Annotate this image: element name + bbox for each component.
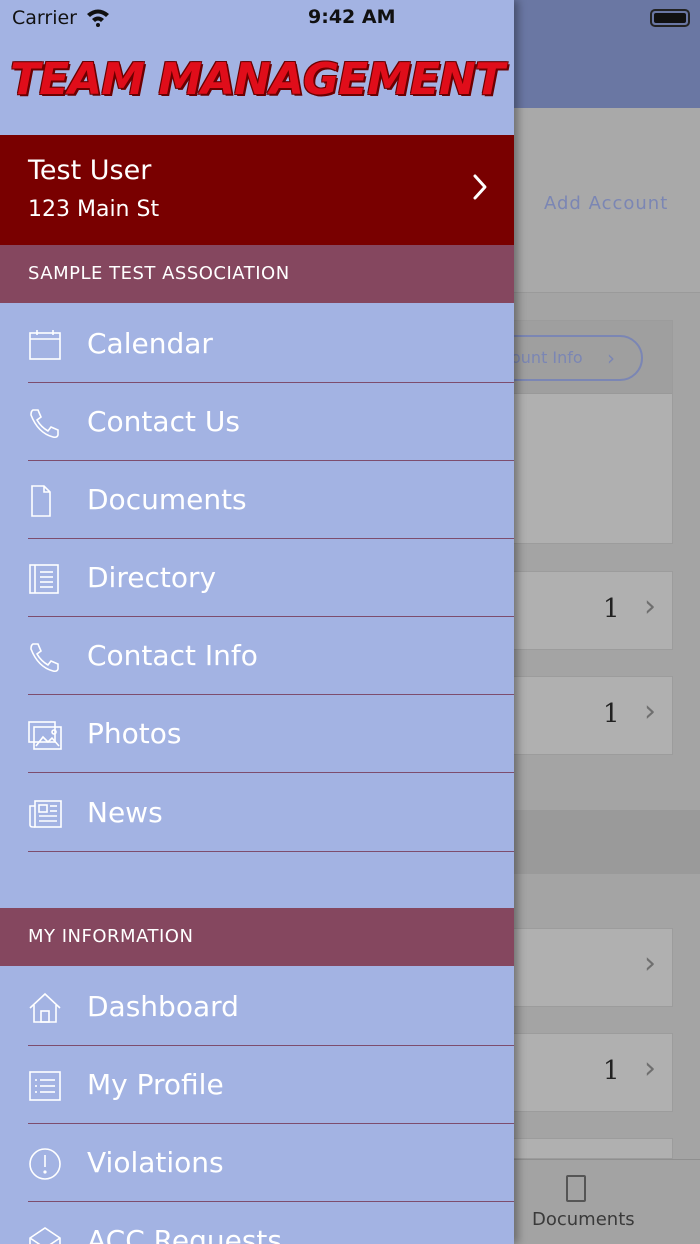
document-icon — [31, 485, 51, 517]
menu-item-my-profile[interactable]: My Profile — [0, 1046, 514, 1124]
home-icon — [29, 992, 61, 1023]
directory-icon — [29, 564, 59, 594]
phone-icon — [30, 643, 59, 673]
chevron-right-icon — [473, 174, 487, 200]
phone-icon — [30, 409, 59, 439]
chevron-right-icon: › — [644, 946, 656, 981]
count-row[interactable]: 1 › — [500, 571, 673, 650]
battery-icon — [650, 9, 690, 27]
count-row[interactable] — [500, 1138, 673, 1159]
calendar-icon — [29, 330, 61, 360]
divider — [28, 772, 514, 773]
menu-item-label: ACC Requests — [87, 1224, 282, 1244]
wifi-icon — [87, 9, 109, 27]
account-card-header: ount Info › — [461, 321, 672, 394]
menu-item-contact-info[interactable]: Contact Info — [0, 617, 514, 695]
menu-item-label: Photos — [87, 717, 182, 750]
photos-icon — [28, 721, 62, 750]
add-account-link[interactable]: Add Account — [544, 193, 668, 214]
user-name: Test User — [28, 155, 152, 186]
account-info-label: ount Info — [511, 348, 583, 367]
tab-documents[interactable]: Documents — [532, 1209, 635, 1230]
count-row[interactable]: › — [500, 928, 673, 1007]
carrier-label: Carrier — [12, 7, 77, 29]
menu-item-label: News — [87, 796, 163, 829]
news-icon — [29, 800, 62, 828]
document-icon[interactable] — [566, 1175, 586, 1202]
clock: 9:42 AM — [308, 6, 396, 28]
menu-item-label: Contact Us — [87, 405, 240, 438]
menu-item-label: Contact Info — [87, 639, 258, 672]
count-value: 1 — [603, 1056, 620, 1086]
side-drawer: Carrier 9:42 AM TEAM MANAGEMENT Test Use… — [0, 0, 514, 1244]
chevron-right-icon: › — [644, 589, 656, 624]
chevron-right-icon: › — [644, 694, 656, 729]
menu-item-news[interactable]: News — [0, 774, 514, 852]
menu-item-calendar[interactable]: Calendar — [0, 305, 514, 383]
count-row[interactable]: 1 › — [500, 1033, 673, 1112]
list-icon — [29, 1071, 61, 1101]
menu-item-violations[interactable]: Violations — [0, 1124, 514, 1202]
divider — [28, 851, 514, 852]
count-row[interactable]: 1 › — [500, 676, 673, 755]
background-section-band — [514, 810, 700, 874]
app-logo-text: TEAM MANAGEMENT — [10, 54, 505, 105]
chevron-right-icon: › — [607, 346, 615, 370]
menu-item-documents[interactable]: Documents — [0, 461, 514, 539]
section-header-my-information: MY INFORMATION — [0, 908, 514, 966]
count-value: 1 — [603, 699, 620, 729]
menu-item-label: Calendar — [87, 327, 213, 360]
menu-item-contact-us[interactable]: Contact Us — [0, 383, 514, 461]
section-header-association: SAMPLE TEST ASSOCIATION — [0, 245, 514, 303]
menu-item-directory[interactable]: Directory — [0, 539, 514, 617]
user-profile-banner[interactable]: Test User 123 Main St — [0, 135, 514, 245]
app-logo: TEAM MANAGEMENT — [0, 48, 514, 118]
account-card: ount Info › — [461, 320, 673, 544]
user-address: 123 Main St — [28, 197, 160, 222]
menu-item-photos[interactable]: Photos — [0, 695, 514, 773]
menu-item-label: Violations — [87, 1146, 224, 1179]
status-bar: Carrier 9:42 AM — [0, 0, 514, 36]
menu-item-label: Documents — [87, 483, 247, 516]
menu-item-label: My Profile — [87, 1068, 224, 1101]
menu-item-dashboard[interactable]: Dashboard — [0, 968, 514, 1046]
menu-item-acc-requests[interactable]: ACC Requests — [0, 1202, 514, 1244]
menu-item-label: Dashboard — [87, 990, 239, 1023]
chevron-right-icon: › — [644, 1051, 656, 1086]
count-value: 1 — [603, 594, 620, 624]
alert-icon — [29, 1148, 61, 1180]
menu-item-label: Directory — [87, 561, 217, 594]
envelope-icon — [29, 1227, 61, 1244]
